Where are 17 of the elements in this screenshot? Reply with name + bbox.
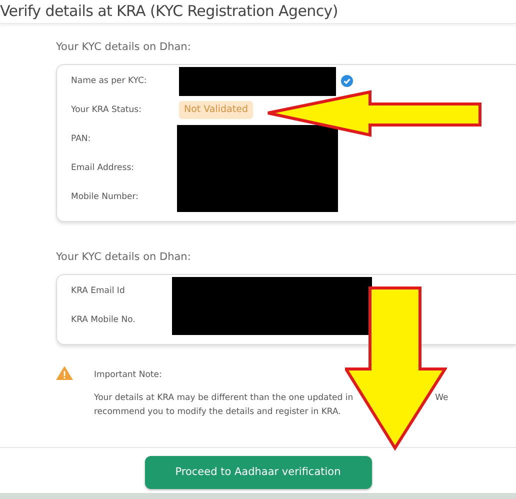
- status-badge: Not Validated: [179, 101, 253, 120]
- page-title: Verify details at KRA (KYC Registration Agency): [0, 4, 339, 19]
- note-text: We: [435, 392, 448, 406]
- section-heading: Your KYC details on Dhan:: [56, 40, 192, 55]
- note-title: Important Note:: [94, 368, 163, 382]
- field-label: KRA Mobile No.: [71, 314, 136, 326]
- field-label: Email Address:: [71, 162, 135, 175]
- warning-icon: [56, 366, 73, 380]
- field-label: PAN:: [71, 132, 92, 146]
- field-label: Mobile Number:: [71, 190, 140, 204]
- proceed-button[interactable]: Proceed to Aadhaar verification: [144, 456, 372, 489]
- note-text: recommend you to modify the details and register in KRA.: [94, 406, 341, 420]
- field-label: Name as per KYC:: [71, 74, 148, 88]
- section-heading: Your KYC details on Dhan:: [56, 250, 192, 265]
- field-label: KRA Email Id: [71, 284, 126, 298]
- note-text: Your details at KRA may be different than the one updated in: [94, 392, 354, 406]
- field-label: Your KRA Status:: [71, 104, 142, 117]
